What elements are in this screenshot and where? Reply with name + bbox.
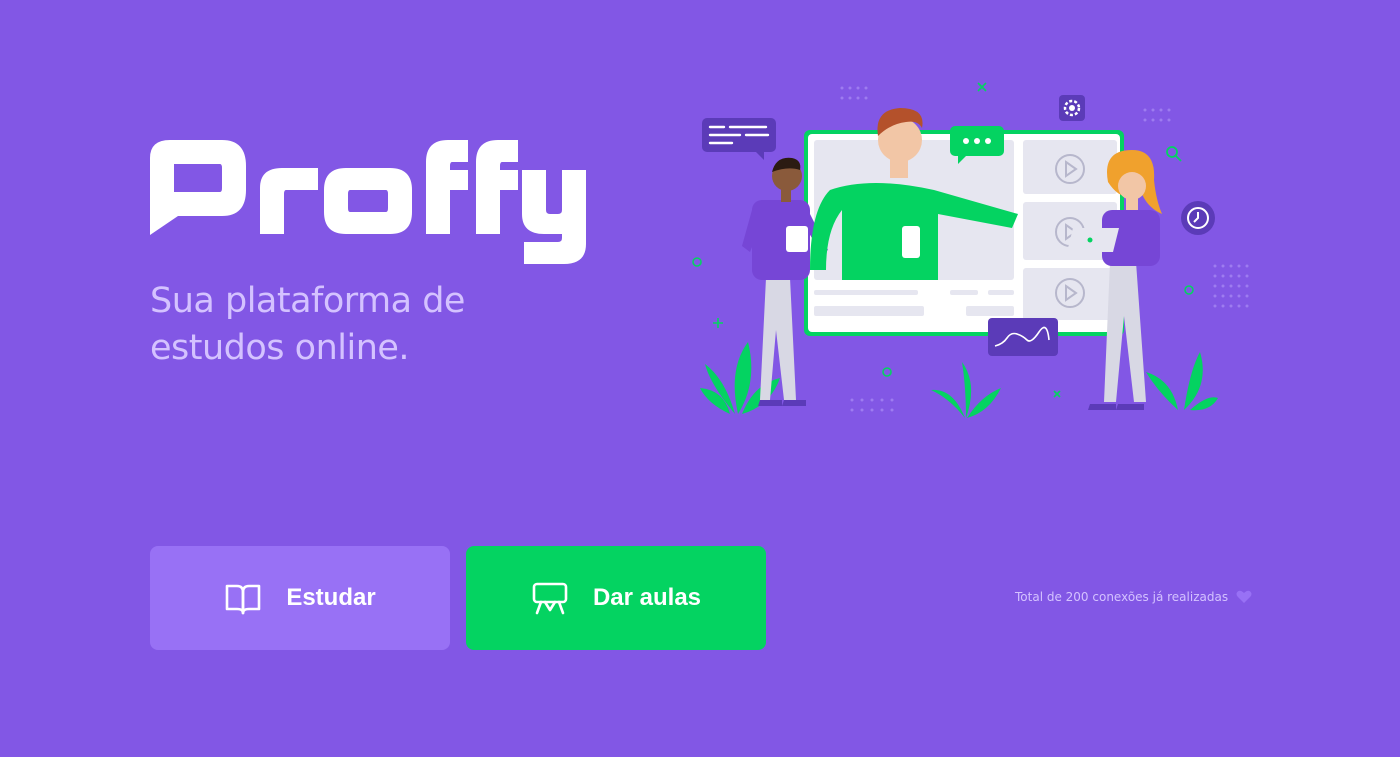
tagline-line-2: estudos online.	[150, 328, 410, 368]
chart-icon	[988, 318, 1058, 356]
tagline-line-1: Sua plataforma de	[150, 281, 465, 321]
logo	[150, 128, 590, 268]
connections-text: Total de 200 conexões já realizadas	[1015, 590, 1229, 604]
connections-counter: Total de 200 conexões já realizadas	[1015, 590, 1252, 604]
heart-icon	[1236, 590, 1252, 604]
tagline: Sua plataforma de estudos online.	[150, 278, 570, 372]
chat-bubble-icon	[702, 118, 776, 160]
teach-button[interactable]: Dar aulas	[466, 546, 766, 650]
book-icon	[224, 579, 262, 617]
clock-icon	[1181, 201, 1215, 235]
study-button[interactable]: Estudar	[150, 546, 450, 650]
teach-button-label: Dar aulas	[592, 584, 702, 611]
search-icon	[1166, 146, 1182, 162]
study-button-label: Estudar	[286, 584, 376, 611]
presentation-icon	[531, 579, 569, 617]
hero-illustration	[670, 78, 1260, 428]
gear-icon	[1059, 95, 1085, 121]
proffy-logo-icon	[150, 140, 586, 264]
